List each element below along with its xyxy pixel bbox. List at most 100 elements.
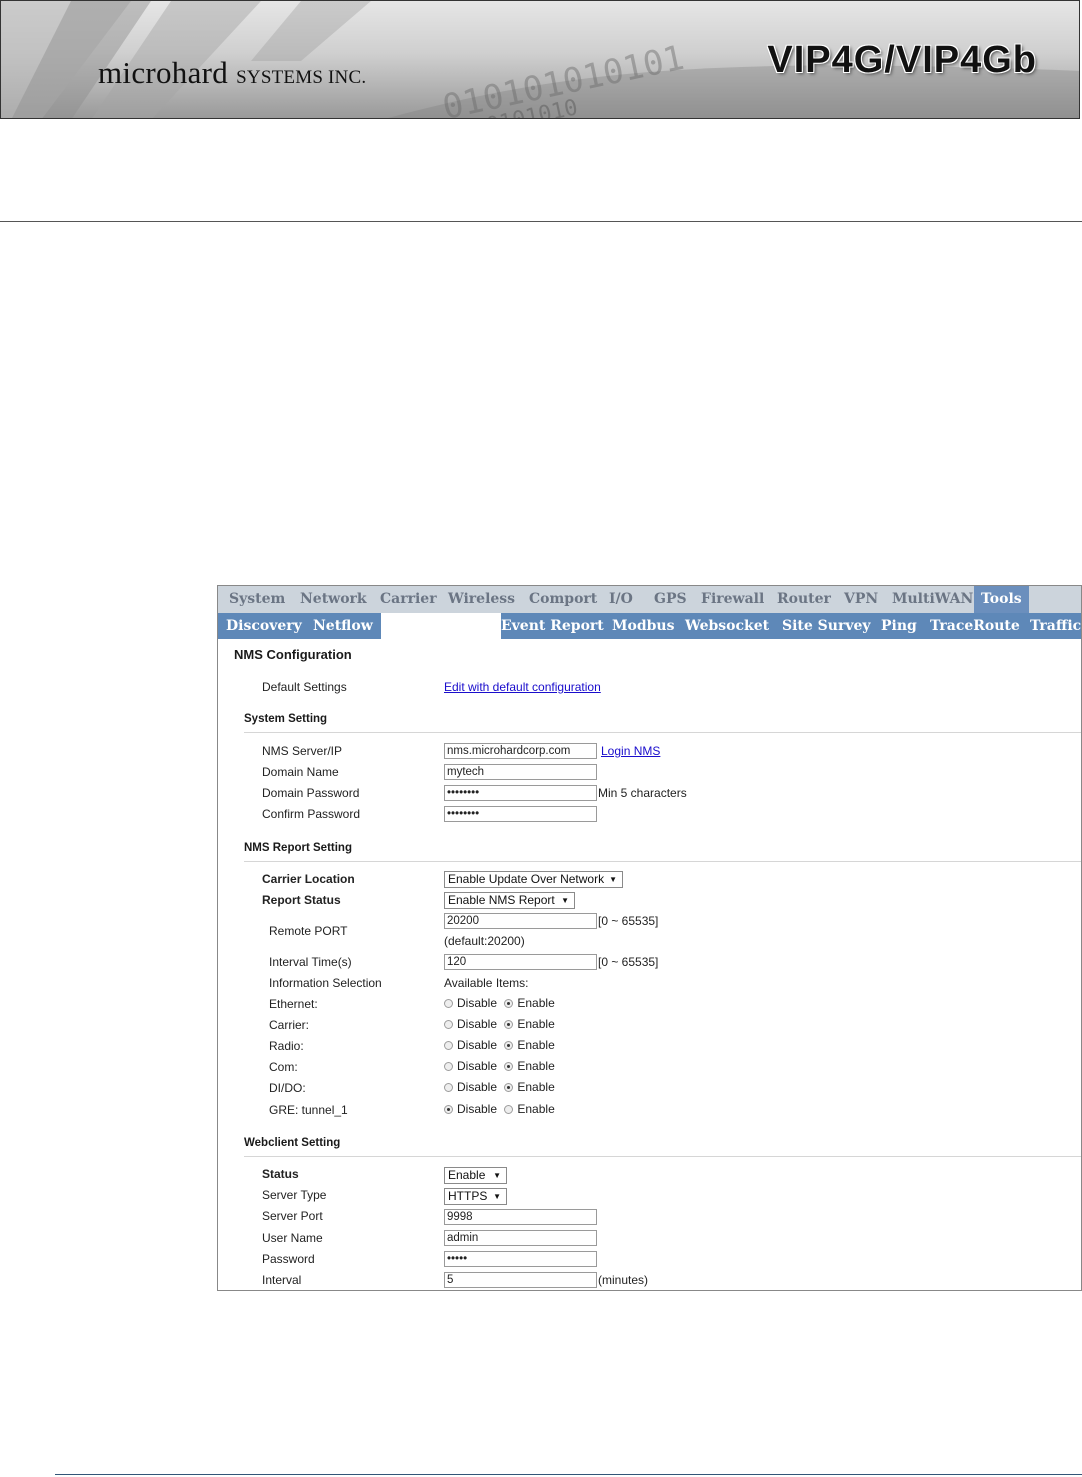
menu-wireless[interactable]: Wireless (448, 586, 515, 613)
nms-settings-screenshot: System Network Carrier Wireless Comport … (217, 585, 1082, 1291)
brand-logo: microhard SYSTEMS INC. (98, 55, 367, 90)
server-port-input[interactable]: 9998 (444, 1209, 597, 1225)
item-com-label: Com: (269, 1060, 298, 1074)
tab-discovery[interactable]: Discovery (226, 613, 302, 639)
enable-radio-option[interactable]: Enable (504, 1059, 555, 1073)
item-gre-radios: Disable Enable (444, 1102, 559, 1116)
chevron-down-icon: ▼ (493, 1171, 501, 1180)
menu-gps[interactable]: GPS (654, 586, 687, 613)
disable-radio-option[interactable]: Disable (444, 1017, 497, 1031)
radio-on-icon[interactable] (504, 1083, 514, 1092)
login-nms-link[interactable]: Login NMS (601, 744, 660, 758)
edit-default-configuration-link[interactable]: Edit with default configuration (444, 680, 601, 694)
report-status-label: Report Status (262, 893, 341, 907)
domain-name-label: Domain Name (262, 765, 339, 779)
radio-off-icon[interactable] (444, 1062, 453, 1071)
default-settings-label: Default Settings (262, 680, 347, 694)
disable-radio-option[interactable]: Disable (444, 1102, 497, 1116)
interval-time-label: Interval Time(s) (269, 955, 352, 969)
enable-radio-option[interactable]: Enable (504, 996, 555, 1010)
tab-netflow[interactable]: Netflow (313, 613, 373, 639)
tab-traffic[interactable]: Traffic (1030, 613, 1081, 639)
radio-off-icon[interactable] (444, 1041, 453, 1050)
menu-io[interactable]: I/O (609, 586, 633, 613)
disable-radio-option[interactable]: Disable (444, 996, 497, 1010)
chevron-down-icon: ▼ (609, 875, 617, 884)
menu-comport[interactable]: Comport (529, 586, 597, 613)
remote-port-default: (default:20200) (444, 934, 525, 948)
radio-on-icon[interactable] (444, 1105, 453, 1114)
radio-on-icon[interactable] (504, 1041, 514, 1050)
radio-off-icon[interactable] (444, 1083, 453, 1092)
item-radio-radios: Disable Enable (444, 1038, 559, 1052)
menu-tools[interactable]: Tools (974, 586, 1029, 613)
remote-port-label: Remote PORT (269, 924, 348, 938)
webclient-status-select[interactable]: Enable ▼ (444, 1167, 507, 1184)
tab-nms-settings[interactable]: NMS Settings (381, 613, 502, 639)
disable-radio-option[interactable]: Disable (444, 1080, 497, 1094)
radio-on-icon[interactable] (504, 1062, 514, 1071)
item-dido-label: DI/DO: (269, 1081, 306, 1095)
menu-network[interactable]: Network (300, 586, 367, 613)
webclient-interval-input[interactable]: 5 (444, 1272, 597, 1288)
menu-carrier[interactable]: Carrier (380, 586, 437, 613)
available-items-label: Available Items: (444, 976, 529, 990)
webclient-status-label: Status (262, 1167, 299, 1181)
radio-off-icon[interactable] (444, 1020, 453, 1029)
menu-vpn[interactable]: VPN (844, 586, 878, 613)
interval-unit: (minutes) (598, 1273, 649, 1287)
tab-modbus[interactable]: Modbus (612, 613, 674, 639)
menu-firewall[interactable]: Firewall (701, 586, 764, 613)
information-selection-label: Information Selection (269, 976, 382, 990)
domain-password-input[interactable]: •••••••• (444, 785, 597, 801)
carrier-location-select[interactable]: Enable Update Over Network ▼ (444, 871, 623, 888)
user-name-input[interactable]: admin (444, 1230, 597, 1246)
enable-radio-option[interactable]: Enable (504, 1038, 555, 1052)
radio-on-icon[interactable] (504, 999, 514, 1008)
radio-off-icon[interactable] (444, 999, 453, 1008)
disable-radio-option[interactable]: Disable (444, 1038, 497, 1052)
tab-traceroute[interactable]: TraceRoute (930, 613, 1020, 639)
section-divider (244, 1156, 1081, 1157)
item-radio-label: Radio: (269, 1039, 304, 1053)
header-banner: 01010101010 010101010101 microhard SYSTE… (0, 0, 1080, 119)
footer-divider (55, 1474, 1082, 1475)
section-divider (244, 732, 1081, 733)
server-type-label: Server Type (262, 1188, 327, 1202)
report-status-select[interactable]: Enable NMS Report ▼ (444, 892, 575, 909)
enable-radio-option[interactable]: Enable (504, 1017, 555, 1031)
interval-time-input[interactable]: 120 (444, 954, 597, 970)
sub-menu: Discovery Netflow NMS Settings Event Rep… (218, 613, 1081, 639)
section-divider (244, 861, 1081, 862)
menu-router[interactable]: Router (777, 586, 831, 613)
item-carrier-radios: Disable Enable (444, 1017, 559, 1031)
nms-server-input[interactable]: nms.microhardcorp.com (444, 743, 597, 759)
domain-name-input[interactable]: mytech (444, 764, 597, 780)
interval-time-range: [0 ~ 65535] (598, 955, 659, 969)
tab-site-survey[interactable]: Site Survey (782, 613, 871, 639)
menu-system[interactable]: System (229, 586, 285, 613)
webclient-password-input[interactable]: ••••• (444, 1251, 597, 1267)
tab-event-report[interactable]: Event Report (501, 613, 604, 639)
radio-on-icon[interactable] (504, 1020, 514, 1029)
remote-port-input[interactable]: 20200 (444, 913, 597, 929)
nms-report-setting-heading: NMS Report Setting (244, 842, 352, 854)
item-com-radios: Disable Enable (444, 1059, 559, 1073)
password-hint: Min 5 characters (598, 786, 687, 800)
disable-radio-option[interactable]: Disable (444, 1059, 497, 1073)
tab-websocket[interactable]: Websocket (685, 613, 769, 639)
product-title: VIP4G/VIP4Gb (767, 39, 1037, 81)
confirm-password-input[interactable]: •••••••• (444, 806, 597, 822)
domain-password-label: Domain Password (262, 786, 360, 800)
radio-off-icon[interactable] (504, 1105, 514, 1114)
item-dido-radios: Disable Enable (444, 1080, 559, 1094)
enable-radio-option[interactable]: Enable (504, 1080, 555, 1094)
user-name-label: User Name (262, 1231, 323, 1245)
menu-multiwan[interactable]: MultiWAN (892, 586, 973, 613)
tab-ping[interactable]: Ping (881, 613, 917, 639)
server-type-select[interactable]: HTTPS ▼ (444, 1188, 507, 1205)
nms-server-label: NMS Server/IP (262, 744, 343, 758)
main-menu: System Network Carrier Wireless Comport … (218, 586, 1081, 613)
chevron-down-icon: ▼ (493, 1192, 501, 1201)
enable-radio-option[interactable]: Enable (504, 1102, 555, 1116)
